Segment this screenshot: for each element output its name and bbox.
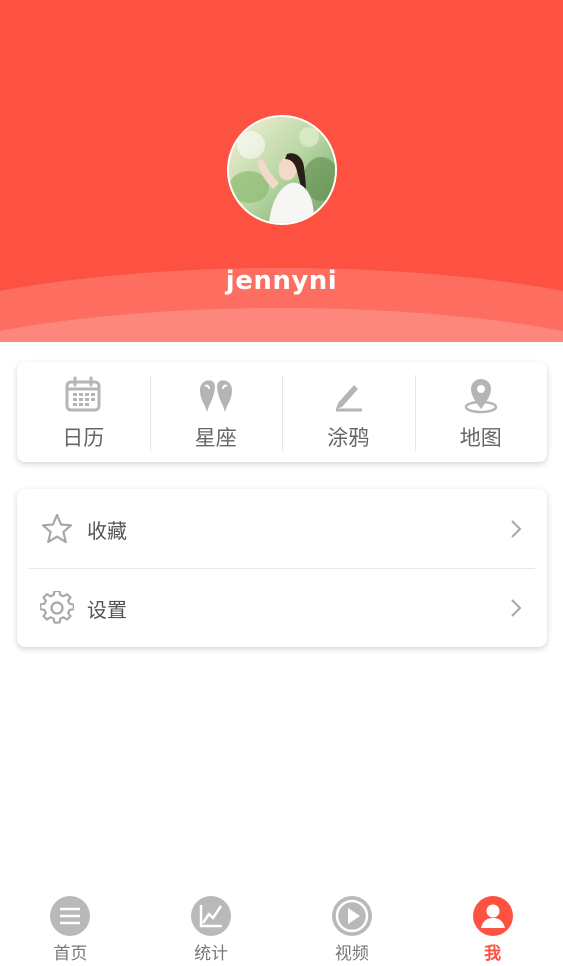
tab-label: 首页 [53,944,88,964]
tab-label: 我 [484,944,502,964]
feature-graffiti[interactable]: 涂鸦 [282,362,415,462]
calendar-icon [65,376,101,412]
chevron-right-icon [511,520,522,538]
tab-label: 视频 [334,944,369,964]
menu-item-favorites[interactable]: 收藏 [17,489,547,568]
chevron-right-icon [511,599,522,617]
menu-item-label: 收藏 [87,519,127,543]
gear-icon [40,591,74,624]
avatar-photo [229,117,335,223]
feature-label: 涂鸦 [327,426,370,450]
menu-item-settings[interactable]: 设置 [17,568,547,647]
map-pin-icon [464,379,497,414]
star-icon [41,513,73,544]
username: jennyni [225,266,338,296]
chart-icon [191,896,232,936]
avatar[interactable] [227,115,337,225]
feature-label: 星座 [194,426,237,450]
tab-statistics[interactable]: 统计 [141,886,282,966]
feature-label: 日历 [62,426,105,450]
profile-header: jennyni [0,0,563,342]
bottom-nav: 首页 统计 视频 我 [0,886,563,966]
tab-label: 统计 [194,944,229,964]
menu-card: 收藏 设置 [17,489,547,647]
feature-map[interactable]: 地图 [414,362,548,462]
feature-card: 日历 星座 涂鸦 地图 [17,362,547,462]
menu-item-label: 设置 [87,598,127,622]
feature-constellation[interactable]: 星座 [149,362,283,462]
tab-home[interactable]: 首页 [0,886,141,966]
tab-video[interactable]: 视频 [282,886,423,966]
profile-screen: jennyni 日历 星座 涂鸦 地图 收藏 设置 首页 统计 视频 我 [0,0,563,966]
user-icon [472,896,513,936]
constellation-icon [199,380,232,412]
feature-label: 地图 [459,426,502,450]
list-icon [50,896,91,936]
play-icon [331,896,372,936]
pencil-icon [336,385,363,412]
feature-calendar[interactable]: 日历 [17,362,150,462]
tab-me[interactable]: 我 [422,886,563,966]
